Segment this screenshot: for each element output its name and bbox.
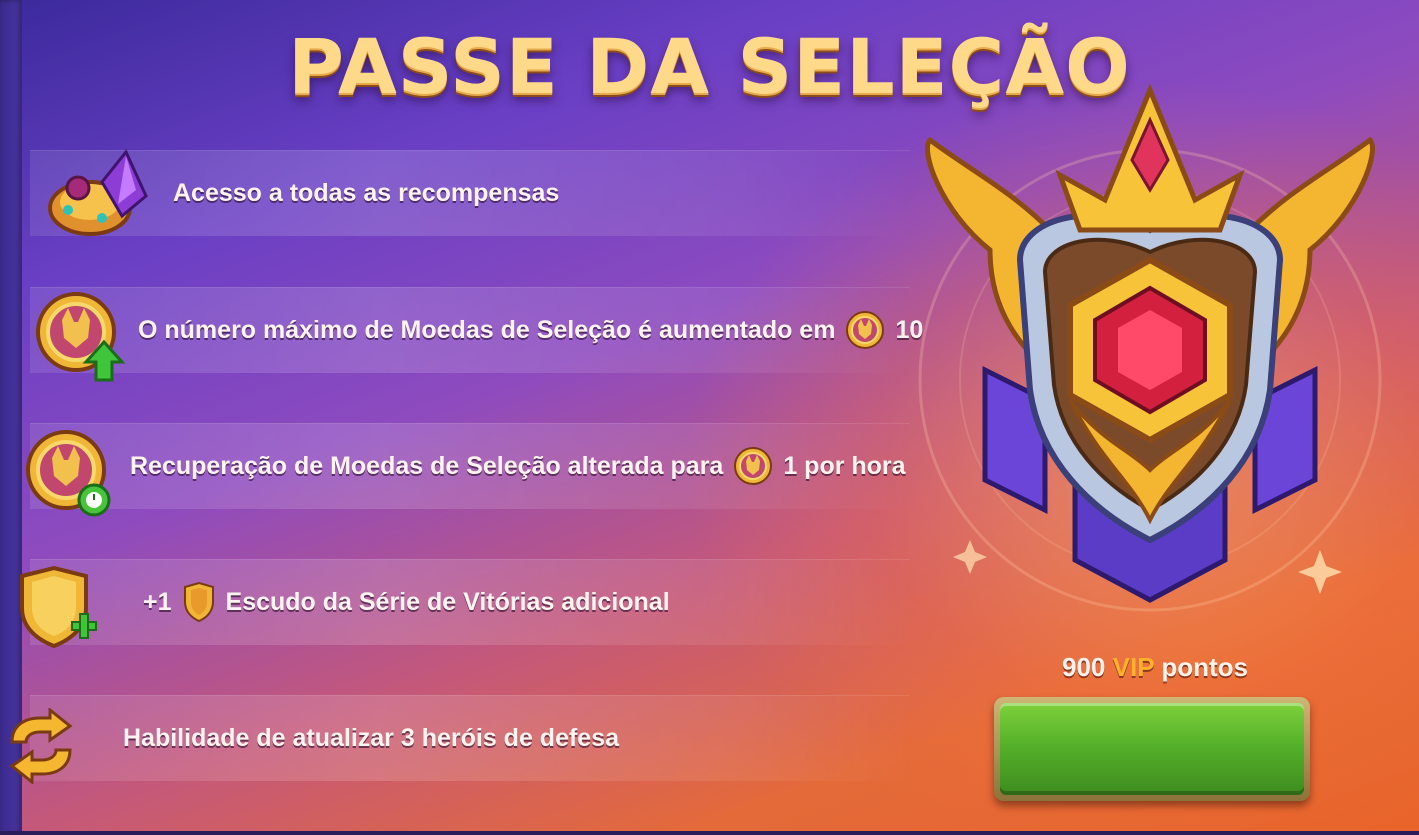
- vip-emblem-icon: [918, 83, 1382, 612]
- win-streak-shield-icon: [183, 582, 214, 622]
- rewards-chest-icon: [48, 149, 148, 236]
- perk-value-recovery: 1 por hora: [783, 451, 906, 480]
- vip-points-suffix: pontos: [1161, 652, 1248, 682]
- shield-plus-icon: [20, 566, 97, 649]
- buy-pass-button-label[interactable]: [1000, 703, 1304, 795]
- perk-text-refresh: Habilidade de atualizar 3 heróis de defe…: [123, 723, 620, 752]
- bottom-frame-edge: [0, 831, 1419, 835]
- perk-text-max-coins-label: O número máximo de Moedas de Seleção é a…: [138, 315, 836, 344]
- selection-coin-icon: [734, 447, 773, 485]
- vip-word: VIP: [1112, 652, 1155, 682]
- vip-points-label: 900 VIP pontos: [1000, 652, 1310, 683]
- coin-timer-icon: [26, 430, 111, 517]
- buy-pass-button[interactable]: [994, 697, 1310, 801]
- perk-text-recovery-label: Recuperação de Moedas de Seleção alterad…: [130, 451, 724, 480]
- coin-increase-icon: [36, 292, 126, 382]
- selection-coin-icon: [846, 311, 885, 349]
- perk-text-max-coins: O número máximo de Moedas de Seleção é a…: [138, 287, 923, 373]
- perk-text-rewards: Acesso a todas as recompensas: [173, 178, 560, 207]
- refresh-arrows-icon: [9, 708, 73, 784]
- perk-text-shield-label: Escudo da Série de Vitórias adicional: [225, 587, 670, 616]
- perk-prefix-shield: +1: [143, 587, 172, 616]
- vip-points-amount: 900: [1062, 652, 1106, 682]
- perk-text-recovery: Recuperação de Moedas de Seleção alterad…: [130, 423, 906, 509]
- perk-text-shield: +1 Escudo da Série de Vitórias adicional: [143, 559, 670, 645]
